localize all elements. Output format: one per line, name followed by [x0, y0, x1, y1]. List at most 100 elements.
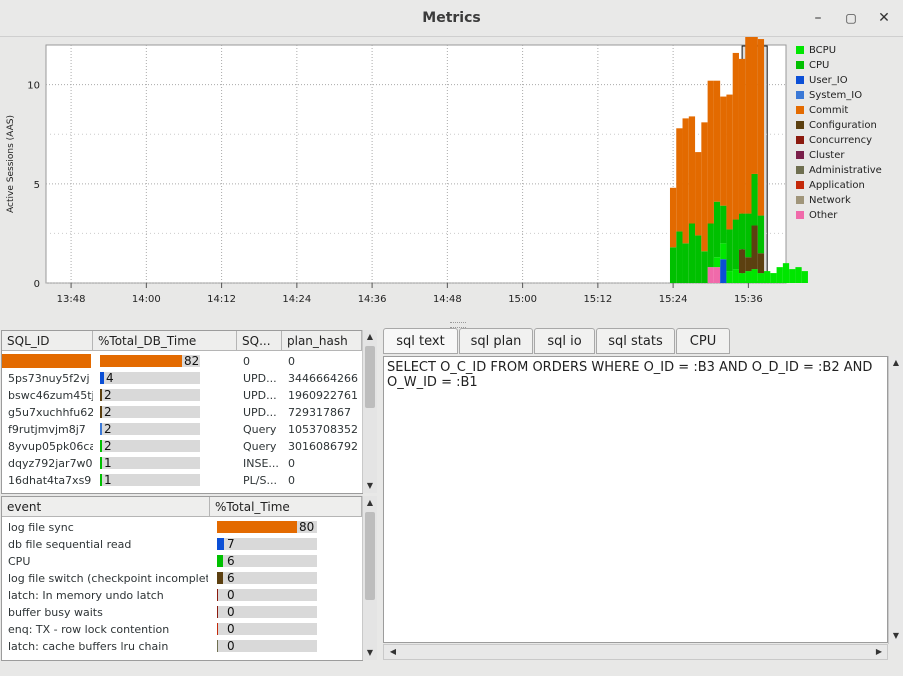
window-title: Metrics — [422, 10, 481, 26]
bar-commit — [732, 52, 739, 220]
x-tick-label: 15:36 — [734, 294, 763, 305]
table-row[interactable]: CPU 6 — [2, 553, 362, 570]
legend-label: System_IO — [809, 90, 863, 101]
tab-sql-stats[interactable]: sql stats — [596, 328, 675, 354]
legend-item: CPU — [796, 60, 829, 74]
bar-cpu — [682, 243, 689, 283]
table-row[interactable]: dqyz792jar7w0 1 INSE... 0 — [2, 455, 362, 472]
percent-value: 2 — [104, 422, 112, 436]
scroll-thumb[interactable] — [365, 346, 375, 408]
table-row[interactable]: db file sequential read 7 — [2, 536, 362, 553]
table-row[interactable]: log file sync 80 — [2, 519, 362, 536]
bar-cpu — [720, 205, 727, 244]
column-header-event[interactable]: event — [2, 497, 210, 517]
tab-sql-io[interactable]: sql io — [534, 328, 595, 354]
table-row[interactable]: enq: TX - row lock contention 0 — [2, 621, 362, 638]
bar-commit — [707, 80, 714, 224]
legend-item: Administrative — [796, 165, 882, 179]
bar-user_io — [720, 259, 727, 283]
sql-text-area[interactable]: SELECT O_C_ID FROM ORDERS WHERE O_ID = :… — [383, 356, 888, 643]
percent-bar — [217, 640, 218, 652]
sql-text-hscroll[interactable]: ◀ ▶ — [383, 644, 888, 660]
bar-bcpu — [764, 271, 771, 283]
percent-value: 6 — [227, 571, 235, 585]
minimize-button[interactable]: – — [808, 8, 828, 28]
percent-bar — [217, 606, 218, 618]
chart-canvas[interactable]: 0 5 10 13:48 14:00 14:12 14:24 14:36 14:48 15:00 1… — [0, 3, 903, 322]
sql-type-cell: PL/S... — [243, 474, 277, 487]
plan-hash-cell: 3446664266 — [288, 372, 358, 385]
legend-swatch — [796, 46, 804, 54]
column-header-sql-type[interactable]: SQ... — [237, 331, 282, 351]
percent-bar — [217, 521, 297, 533]
plan-hash-cell: 1960922761 — [288, 389, 358, 402]
x-tick-label: 14:24 — [282, 294, 311, 305]
table-row[interactable]: log file switch (checkpoint incomplete) 6 — [2, 570, 362, 587]
bar-commit — [701, 122, 708, 252]
sql-text-vscroll[interactable]: ▲ ▼ — [888, 356, 903, 644]
bar-commit — [695, 152, 702, 236]
column-header-plan-hash[interactable]: plan_hash — [282, 331, 362, 351]
event-name-cell: buffer busy waits — [8, 606, 103, 619]
scroll-left-arrow-icon[interactable]: ◀ — [386, 646, 400, 658]
percent-bar-bg — [100, 423, 200, 435]
percent-bar — [217, 572, 223, 584]
scroll-up-arrow-icon[interactable]: ▲ — [889, 357, 903, 369]
table-row[interactable]: latch: In memory undo latch 0 — [2, 587, 362, 604]
table-row[interactable]: f9rutjmvjm8j7 2 Query 1053708352 — [2, 421, 362, 438]
table-row[interactable]: 16dhat4ta7xs9 1 PL/S... 0 — [2, 472, 362, 489]
table-row[interactable]: 5ps73nuy5f2vj 4 UPD... 3446664266 — [2, 370, 362, 387]
tab-cpu[interactable]: CPU — [676, 328, 730, 354]
bar-commit — [713, 80, 721, 202]
close-button[interactable]: ✕ — [874, 8, 894, 28]
tab-sql-text[interactable]: sql text — [383, 328, 458, 354]
legend-label: Cluster — [809, 150, 845, 161]
scroll-right-arrow-icon[interactable]: ▶ — [872, 646, 886, 658]
table-row[interactable]: 8yvup05pk06ca 2 Query 3016086792 — [2, 438, 362, 455]
sql-table: SQL_ID %Total_DB_Time SQ... plan_hash 82… — [1, 330, 363, 494]
scroll-up-arrow-icon[interactable]: ▲ — [363, 497, 377, 509]
y-tick-label: 0 — [34, 279, 40, 290]
tab-sql-plan[interactable]: sql plan — [459, 328, 533, 354]
legend-swatch — [796, 166, 804, 174]
maximize-button[interactable]: ▢ — [841, 8, 861, 28]
percent-bar — [217, 589, 218, 601]
table-row[interactable]: 82 0 0 — [2, 353, 362, 370]
bar-commit — [676, 128, 683, 232]
percent-bar — [100, 406, 102, 418]
legend-label: Configuration — [809, 120, 877, 131]
percent-value: 1 — [104, 473, 112, 487]
event-table-scrollbar[interactable]: ▲ ▼ — [362, 496, 377, 660]
table-row[interactable]: buffer busy waits 0 — [2, 604, 362, 621]
scroll-down-arrow-icon[interactable]: ▼ — [363, 647, 377, 659]
percent-value: 7 — [227, 537, 235, 551]
scroll-down-arrow-icon[interactable]: ▼ — [363, 480, 377, 492]
table-row[interactable]: latch: cache buffers lru chain 0 — [2, 638, 362, 655]
percent-bar — [100, 389, 102, 401]
plan-hash-cell: 0 — [288, 457, 295, 470]
sql-table-scrollbar[interactable]: ▲ ▼ — [362, 330, 377, 493]
event-name-cell: enq: TX - row lock contention — [8, 623, 170, 636]
bar-commit — [720, 96, 727, 206]
table-row[interactable]: bswc46zum45tj 2 UPD... 1960922761 — [2, 387, 362, 404]
percent-value: 0 — [227, 588, 235, 602]
scroll-thumb[interactable] — [365, 512, 375, 600]
table-row[interactable]: g5u7xuchhfu62 2 UPD... 729317867 — [2, 404, 362, 421]
bar-bcpu — [776, 267, 783, 283]
bar-cpu — [695, 235, 702, 283]
scroll-up-arrow-icon[interactable]: ▲ — [363, 331, 377, 343]
scroll-down-arrow-icon[interactable]: ▼ — [889, 630, 903, 642]
column-header-total-db-time[interactable]: %Total_DB_Time — [93, 331, 237, 351]
bar-commit — [688, 116, 696, 224]
column-header-sql-id[interactable]: SQL_ID — [2, 331, 93, 351]
bar-bcpu — [757, 273, 765, 283]
legend-item: Commit — [796, 105, 848, 119]
legend-item: User_IO — [796, 75, 848, 89]
bar-cpu — [713, 201, 721, 258]
event-table: event %Total_Time log file sync 80 db file… — [1, 496, 363, 661]
bar-commit — [751, 3, 758, 174]
percent-value: 2 — [104, 388, 112, 402]
percent-value: 2 — [104, 439, 112, 453]
bar-commit — [745, 23, 752, 214]
column-header-total-time[interactable]: %Total_Time — [210, 497, 362, 517]
